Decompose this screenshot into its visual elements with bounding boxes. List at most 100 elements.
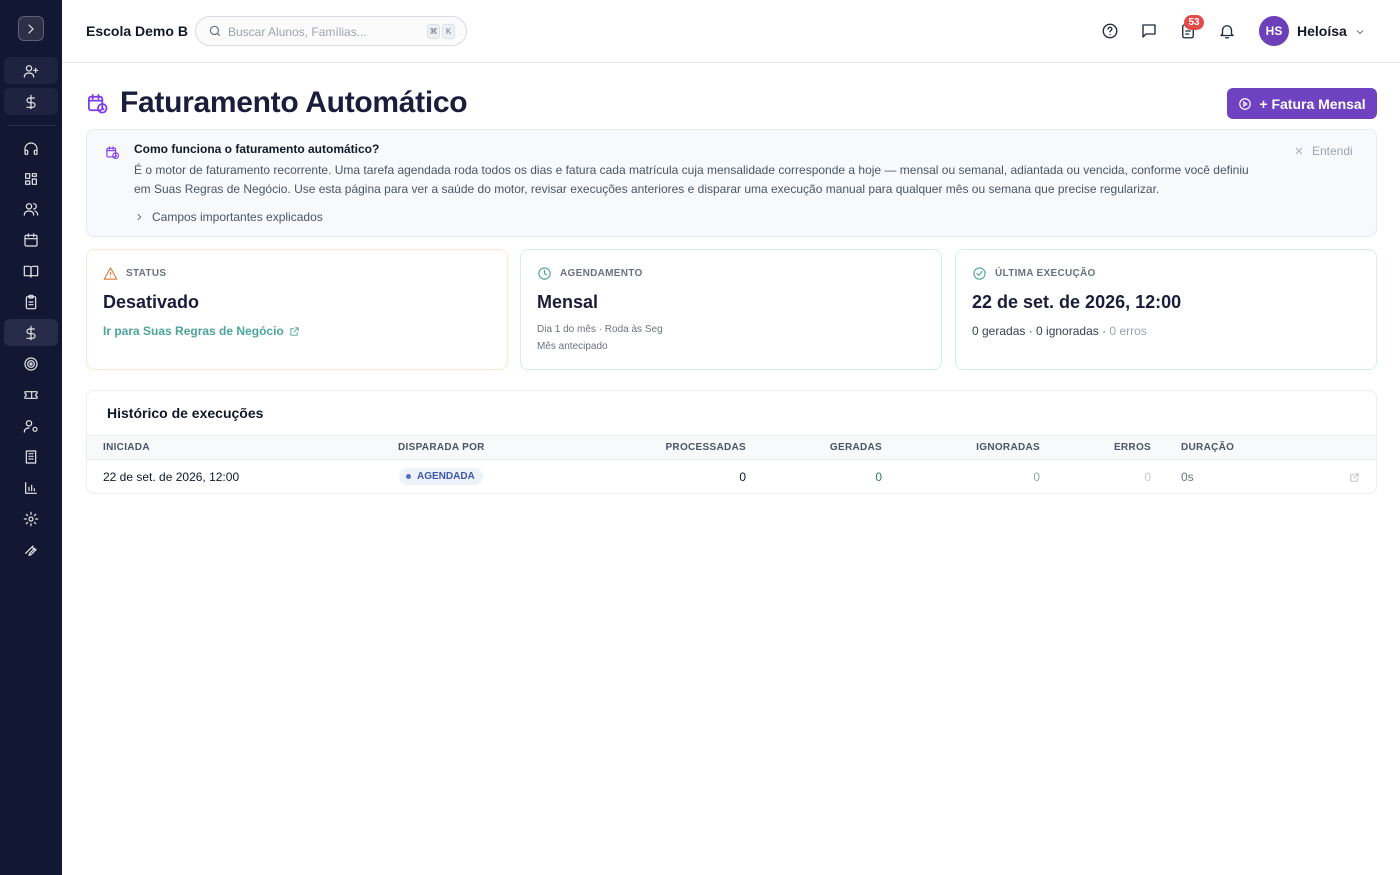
sidebar-item-calendar[interactable] — [4, 226, 58, 253]
last-run-stats: 0 geradas · 0 ignoradas · 0 erros — [972, 324, 1147, 338]
user-name[interactable]: Heloísa — [1297, 23, 1347, 39]
sidebar-item-school[interactable] — [4, 443, 58, 470]
run-history-title: Histórico de execuções — [107, 405, 264, 421]
shortcut-key-k: K — [442, 24, 455, 39]
status-dot — [406, 474, 411, 479]
schedule-card-label: AGENDAMENTO — [560, 268, 643, 279]
calendar-clock-icon — [105, 145, 120, 165]
notifications-button[interactable] — [1217, 21, 1237, 41]
chevron-down-icon — [1356, 30, 1364, 35]
sidebar-item-new-payment[interactable] — [4, 88, 58, 115]
row-duration: 0s — [1181, 470, 1194, 484]
status-card-label: STATUS — [126, 268, 167, 279]
sidebar-item-dashboard[interactable] — [4, 165, 58, 192]
page-title: Faturamento Automático — [120, 86, 468, 119]
settings-icon — [23, 511, 39, 526]
tasks-count-badge: 53 — [1184, 15, 1204, 30]
chevron-right-icon — [28, 23, 34, 34]
messages-button[interactable] — [1139, 21, 1159, 41]
sidebar-item-tools[interactable] — [4, 536, 58, 563]
app-root: Escola Demo B ⌘ K 53 HS Heloísa Faturame… — [0, 0, 1400, 875]
user-menu-toggle[interactable] — [1354, 25, 1366, 43]
sidebar-item-courses[interactable] — [4, 257, 58, 284]
sidebar-item-attendance[interactable] — [4, 288, 58, 315]
schedule-detail-mode: Mês antecipado — [537, 341, 608, 352]
book-icon — [23, 265, 39, 278]
last-run-card-label: ÚLTIMA EXECUÇÃO — [995, 268, 1096, 279]
sidebar-expand-button[interactable] — [18, 16, 44, 41]
row-generated: 0 — [875, 470, 882, 484]
table-row[interactable]: 22 de set. de 2026, 12:00 AGENDADA 0 0 0… — [87, 460, 1376, 493]
search-input[interactable] — [228, 23, 418, 40]
sidebar-item-new-student[interactable] — [4, 57, 58, 84]
sidebar — [0, 0, 62, 875]
dismiss-info-label: Entendi — [1312, 144, 1353, 158]
business-rules-link-label: Ir para Suas Regras de Negócio — [103, 324, 284, 338]
sidebar-item-goals[interactable] — [4, 350, 58, 377]
column-ignored[interactable]: IGNORADAS — [976, 442, 1040, 453]
last-run-counts: 0 geradas · 0 ignoradas · — [972, 324, 1110, 338]
warning-icon — [103, 267, 118, 280]
calendar-clock-icon — [86, 92, 109, 120]
user-plus-icon — [23, 64, 39, 78]
bell-icon — [1220, 25, 1234, 39]
sidebar-item-families[interactable] — [4, 195, 58, 222]
search-box[interactable]: ⌘ K — [195, 16, 467, 46]
school-name[interactable]: Escola Demo B — [86, 23, 188, 39]
building-icon — [25, 449, 37, 464]
schedule-value: Mensal — [537, 292, 599, 312]
status-value: Desativado — [103, 292, 200, 312]
shortcut-key-cmd: ⌘ — [427, 24, 440, 39]
business-rules-link[interactable]: Ir para Suas Regras de Negócio — [103, 324, 300, 338]
play-circle-icon — [1239, 97, 1252, 110]
triggered-by-label: AGENDADA — [417, 471, 475, 482]
fields-explained-toggle[interactable]: Campos importantes explicados — [134, 210, 323, 224]
user-cog-icon — [23, 419, 38, 433]
calendar-icon — [24, 232, 38, 247]
status-card: STATUS Desativado Ir para Suas Regras de… — [86, 249, 508, 370]
sidebar-item-billing[interactable] — [4, 319, 58, 346]
column-triggered-by[interactable]: DISPARADA POR — [398, 442, 485, 453]
info-panel: Como funciona o faturamento automático? … — [86, 129, 1377, 237]
sidebar-item-staff[interactable] — [4, 412, 58, 439]
check-circle-icon — [973, 267, 986, 280]
bar-chart-icon — [25, 481, 37, 494]
sidebar-item-settings[interactable] — [4, 505, 58, 532]
search-icon — [208, 24, 222, 43]
users-icon — [23, 202, 39, 216]
dollar-icon — [26, 94, 36, 109]
sidebar-item-support[interactable] — [4, 135, 58, 162]
clipboard-icon — [25, 294, 37, 309]
column-duration[interactable]: DURAÇÃO — [1181, 442, 1234, 453]
new-monthly-invoice-label: + Fatura Mensal — [1259, 95, 1366, 112]
last-run-value: 22 de set. de 2026, 12:00 — [972, 292, 1182, 312]
run-history-panel: Histórico de execuções INICIADA DISPARAD… — [86, 390, 1377, 494]
external-link-icon — [1350, 473, 1359, 482]
schedule-card: AGENDAMENTO Mensal Dia 1 do mês · Roda à… — [520, 249, 942, 370]
row-started: 22 de set. de 2026, 12:00 — [103, 470, 240, 484]
sidebar-item-reports[interactable] — [4, 474, 58, 501]
help-button[interactable] — [1100, 21, 1120, 41]
column-generated[interactable]: GERADAS — [830, 442, 882, 453]
last-run-card: ÚLTIMA EXECUÇÃO 22 de set. de 2026, 12:0… — [955, 249, 1377, 370]
help-icon — [1102, 23, 1118, 39]
info-title: Como funciona o faturamento automático? — [134, 142, 380, 156]
user-avatar[interactable]: HS — [1259, 16, 1289, 46]
message-icon — [1142, 24, 1156, 38]
dollar-icon — [26, 325, 36, 340]
new-monthly-invoice-button[interactable]: + Fatura Mensal — [1227, 88, 1377, 119]
open-run-button[interactable] — [1349, 470, 1360, 488]
column-processed[interactable]: PROCESSADAS — [665, 442, 746, 453]
grid-icon — [25, 172, 37, 185]
headset-icon — [24, 141, 38, 155]
dismiss-info-button[interactable]: Entendi — [1294, 144, 1353, 158]
column-started[interactable]: INICIADA — [103, 442, 150, 453]
row-ignored: 0 — [1033, 470, 1040, 484]
ticket-icon — [24, 390, 38, 399]
external-link-icon — [290, 326, 299, 336]
sidebar-item-tickets[interactable] — [4, 381, 58, 408]
column-errors[interactable]: ERROS — [1114, 442, 1151, 453]
status-card-header: STATUS — [103, 266, 166, 281]
last-run-errors: 0 erros — [1109, 324, 1147, 338]
sidebar-divider — [8, 125, 56, 126]
